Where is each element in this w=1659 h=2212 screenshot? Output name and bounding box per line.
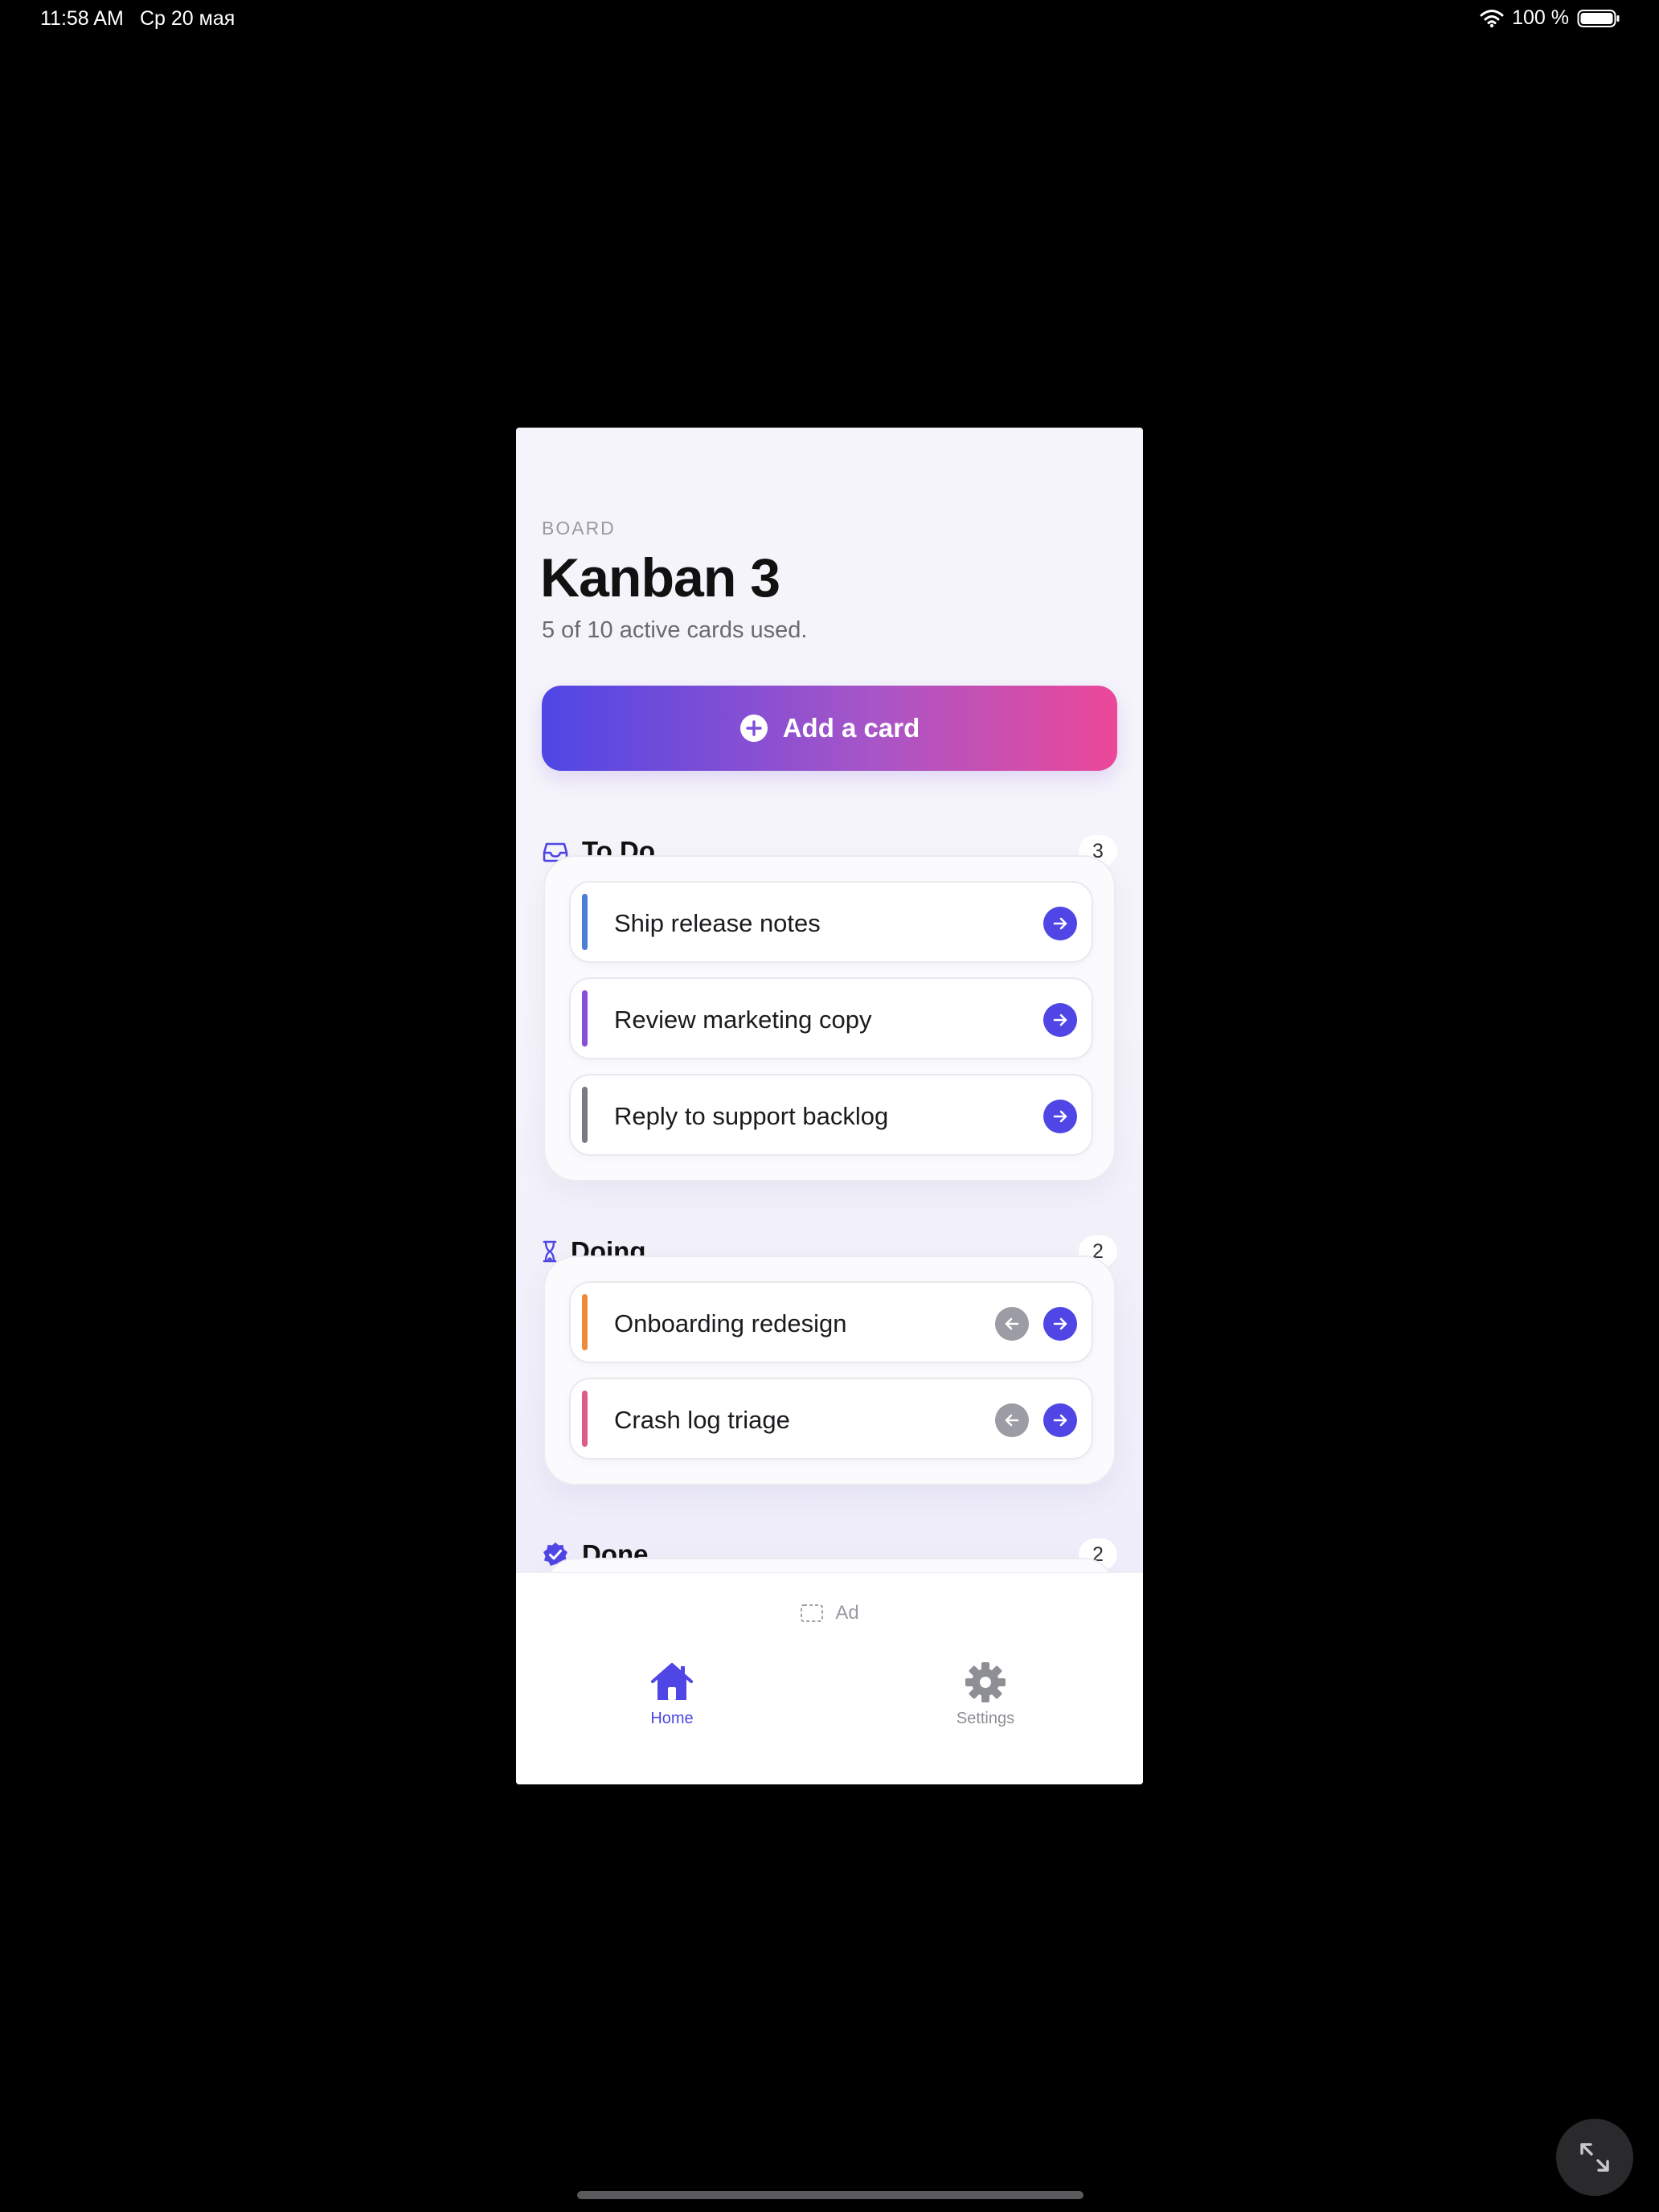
tab-label: Home (650, 1710, 694, 1727)
column-done (543, 1558, 1116, 1572)
status-bar: 11:58 AM Ср 20 мая 100 % (0, 0, 1659, 39)
arrow-left-icon (1005, 1414, 1019, 1427)
card-color-stripe (582, 990, 588, 1047)
house-icon (651, 1663, 693, 1700)
move-forward-button[interactable] (1043, 1403, 1077, 1437)
expand-button[interactable] (1556, 2119, 1633, 2196)
board-scroll-area[interactable]: BOARD Kanban 3 5 of 10 active cards used… (516, 428, 1143, 1572)
expand-arrows-icon (1580, 2143, 1609, 2172)
home-indicator[interactable] (577, 2191, 1083, 2199)
column-doing: Onboarding redesign Crash log triage (543, 1256, 1116, 1485)
card-color-stripe (582, 1087, 588, 1143)
usage-subtitle: 5 of 10 active cards used. (542, 617, 808, 643)
move-forward-button[interactable] (1043, 1307, 1077, 1341)
card-title: Crash log triage (614, 1406, 790, 1434)
move-forward-button[interactable] (1043, 1100, 1077, 1133)
status-date: Ср 20 мая (140, 7, 236, 30)
move-back-button[interactable] (995, 1307, 1029, 1341)
move-back-button[interactable] (995, 1403, 1029, 1437)
board-eyebrow: BOARD (542, 518, 616, 539)
column-todo: Ship release notes Review marketing copy R… (543, 855, 1116, 1182)
card-color-stripe (582, 894, 588, 950)
gear-icon (965, 1662, 1006, 1702)
device-screen: 11:58 AM Ср 20 мая 100 % BOARD Kanban 3 … (0, 0, 1659, 2212)
ad-placeholder-icon (801, 1604, 824, 1622)
arrow-left-icon (1005, 1317, 1019, 1330)
arrow-right-icon (1053, 1110, 1067, 1123)
kanban-card[interactable]: Reply to support backlog (569, 1074, 1093, 1156)
battery-icon (1577, 9, 1620, 27)
card-color-stripe (582, 1294, 588, 1350)
add-card-label: Add a card (782, 713, 920, 743)
arrow-right-icon (1053, 1317, 1067, 1330)
tab-home[interactable]: Home (616, 1661, 728, 1728)
card-title: Onboarding redesign (614, 1309, 847, 1337)
tab-settings[interactable]: Settings (929, 1661, 1042, 1728)
kanban-card[interactable]: Ship release notes (569, 881, 1093, 963)
add-card-button[interactable]: Add a card (542, 686, 1117, 771)
card-title: Review marketing copy (614, 1006, 872, 1034)
status-indicators: 100 % (1480, 6, 1620, 30)
card-color-stripe (582, 1391, 588, 1447)
arrow-right-icon (1053, 917, 1067, 930)
bottom-bar: Ad Home Settings (516, 1572, 1143, 1784)
battery-percent: 100 % (1512, 6, 1569, 29)
kanban-card[interactable]: Review marketing copy (569, 977, 1093, 1059)
kanban-card[interactable]: Crash log triage (569, 1378, 1093, 1460)
arrow-right-icon (1053, 1414, 1067, 1427)
card-title: Reply to support backlog (614, 1102, 889, 1130)
arrow-right-icon (1053, 1014, 1067, 1026)
ad-banner[interactable]: Ad (516, 1602, 1143, 1624)
plus-circle-icon (739, 715, 768, 742)
move-forward-button[interactable] (1043, 1003, 1077, 1037)
move-forward-button[interactable] (1043, 907, 1077, 940)
app-window: BOARD Kanban 3 5 of 10 active cards used… (516, 428, 1143, 1784)
ad-label: Ad (835, 1602, 859, 1624)
page-title: Kanban 3 (540, 547, 780, 608)
tab-label: Settings (956, 1710, 1015, 1727)
card-title: Ship release notes (614, 909, 821, 937)
status-time: 11:58 AM (40, 7, 124, 30)
hourglass-icon (543, 1240, 557, 1263)
kanban-card[interactable]: Onboarding redesign (569, 1281, 1093, 1363)
wifi-icon (1480, 9, 1504, 27)
